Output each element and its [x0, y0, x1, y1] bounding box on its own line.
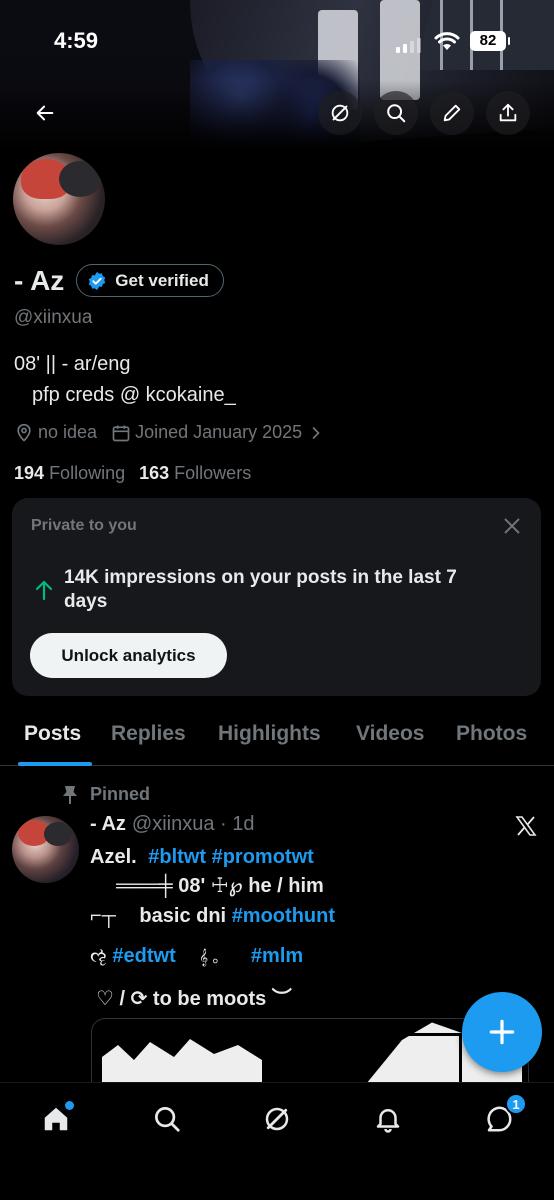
followers-count: 163: [139, 463, 170, 483]
arrow-up-icon: [35, 580, 53, 601]
bell-icon: [376, 1109, 400, 1133]
search-icon: [387, 104, 406, 123]
get-verified-button[interactable]: Get verified: [76, 264, 224, 297]
location-text: no idea: [38, 422, 98, 442]
post-symbol: 𝄞 。: [199, 949, 228, 966]
chevron-right-icon: [312, 426, 320, 439]
avatar-hair: [44, 822, 72, 846]
hashtag-link[interactable]: #promotwt: [212, 846, 314, 868]
nav-search[interactable]: [149, 1101, 185, 1137]
arrow-left-icon: [36, 105, 54, 121]
plus-icon: [489, 1019, 515, 1045]
profile-meta-row: no idea Joined January 2025: [14, 422, 340, 443]
bio-line: pfp creds @ kcokaine_: [32, 384, 236, 406]
signal-icon: [396, 38, 421, 53]
display-name: - Az: [14, 264, 65, 296]
verified-badge-icon: [89, 271, 106, 290]
joined-text: Joined January 2025: [135, 422, 303, 442]
compose-post-button[interactable]: [462, 992, 542, 1072]
share-button[interactable]: [486, 91, 530, 135]
card-title: Private to you: [31, 517, 137, 534]
tab-posts[interactable]: Posts: [24, 722, 81, 746]
tab-replies[interactable]: Replies: [111, 722, 186, 746]
active-tab-indicator: [18, 762, 92, 766]
tab-highlights[interactable]: Highlights: [218, 722, 321, 746]
grok-icon: [331, 104, 349, 122]
profile-handle: @xiinxua: [14, 307, 93, 328]
pin-icon: [63, 785, 77, 804]
avatar-hair: [59, 161, 101, 197]
back-button[interactable]: [23, 91, 67, 135]
tab-videos[interactable]: Videos: [356, 722, 424, 746]
post-text: ═══╪ 08' ☩℘ he / him: [116, 875, 324, 897]
post-text-line: ૡ #edtwt 𝄞 。 #mlm: [90, 945, 303, 968]
location-pin-icon: [17, 423, 31, 442]
follow-stats: 194 Following 163 Followers: [14, 463, 251, 484]
followers-link[interactable]: 163 Followers: [139, 463, 251, 484]
post-text: Azel.: [90, 846, 137, 868]
profile-banner[interactable]: [0, 0, 554, 150]
notification-dot: [65, 1101, 74, 1110]
profile-tabs: Posts Replies Highlights Videos Photos: [0, 712, 554, 766]
grok-button[interactable]: [318, 91, 362, 135]
profile-name-row: - Az Get verified: [14, 264, 224, 297]
nav-notifications[interactable]: [370, 1101, 406, 1137]
calendar-icon: [112, 425, 130, 441]
post-text: basic dni: [139, 905, 227, 927]
pinned-label: Pinned: [90, 784, 151, 804]
bottom-nav: 1: [0, 1082, 554, 1200]
get-verified-label: Get verified: [115, 270, 209, 290]
hashtag-link[interactable]: #moothunt: [232, 905, 335, 927]
post-author-name[interactable]: - Az: [90, 813, 126, 836]
impressions-text: 14K impressions on your posts in the las…: [64, 567, 457, 612]
post-handle-time: @xiinxua · 1d: [131, 813, 255, 835]
share-icon: [499, 103, 517, 122]
edit-profile-button[interactable]: [430, 91, 474, 135]
battery-indicator: 82: [470, 31, 510, 51]
status-time: 4:59: [54, 28, 99, 53]
nav-messages[interactable]: 1: [481, 1093, 527, 1137]
hashtag-link[interactable]: #bltwt: [148, 846, 206, 868]
status-bar: 4:59 82: [0, 28, 554, 58]
media-shape: [102, 1039, 262, 1088]
post-symbol: ⌐┬: [90, 905, 116, 927]
following-count: 194: [14, 463, 45, 483]
following-link[interactable]: 194 Following: [14, 463, 125, 484]
pinned-indicator: Pinned: [62, 784, 150, 805]
analytics-card: Private to you 14K impressions on your p…: [12, 498, 541, 696]
joined-date[interactable]: Joined January 2025: [111, 422, 326, 443]
post-text: ♡ / ⟳ to be moots ︶: [96, 988, 292, 1010]
grok-icon: [265, 1107, 289, 1131]
nav-home[interactable]: [38, 1101, 74, 1137]
post-symbol: ૡ: [90, 945, 107, 967]
post-avatar[interactable]: [12, 816, 79, 883]
unlock-analytics-button[interactable]: Unlock analytics: [30, 633, 227, 678]
followers-label: Followers: [174, 463, 252, 483]
bio-line: 08' || - ar/eng: [14, 353, 131, 375]
profile-avatar[interactable]: [10, 150, 108, 248]
x-logo-icon[interactable]: [514, 814, 538, 838]
hashtag-link[interactable]: #mlm: [251, 945, 303, 967]
close-icon[interactable]: [501, 515, 523, 537]
post-text-line: ═══╪ 08' ☩℘ he / him: [116, 873, 324, 898]
hashtag-link[interactable]: #edtwt: [112, 945, 175, 967]
pencil-icon: [443, 104, 461, 122]
tab-photos[interactable]: Photos: [456, 722, 527, 746]
search-icon: [155, 1107, 180, 1132]
media-shape: [342, 1033, 462, 1088]
post-text-line: ♡ / ⟳ to be moots ︶: [96, 982, 292, 1011]
following-label: Following: [49, 463, 126, 483]
post-header: - Az @xiinxua · 1d: [90, 813, 255, 836]
wifi-icon: [434, 32, 460, 50]
search-button[interactable]: [374, 91, 418, 135]
messages-badge: 1: [505, 1093, 527, 1115]
post-text-line: ⌐┬ basic dni #moothunt: [90, 905, 335, 928]
location: no idea: [14, 422, 97, 443]
post-text-line: Azel. #bltwt #promotwt: [90, 846, 314, 869]
nav-grok[interactable]: [259, 1101, 295, 1137]
